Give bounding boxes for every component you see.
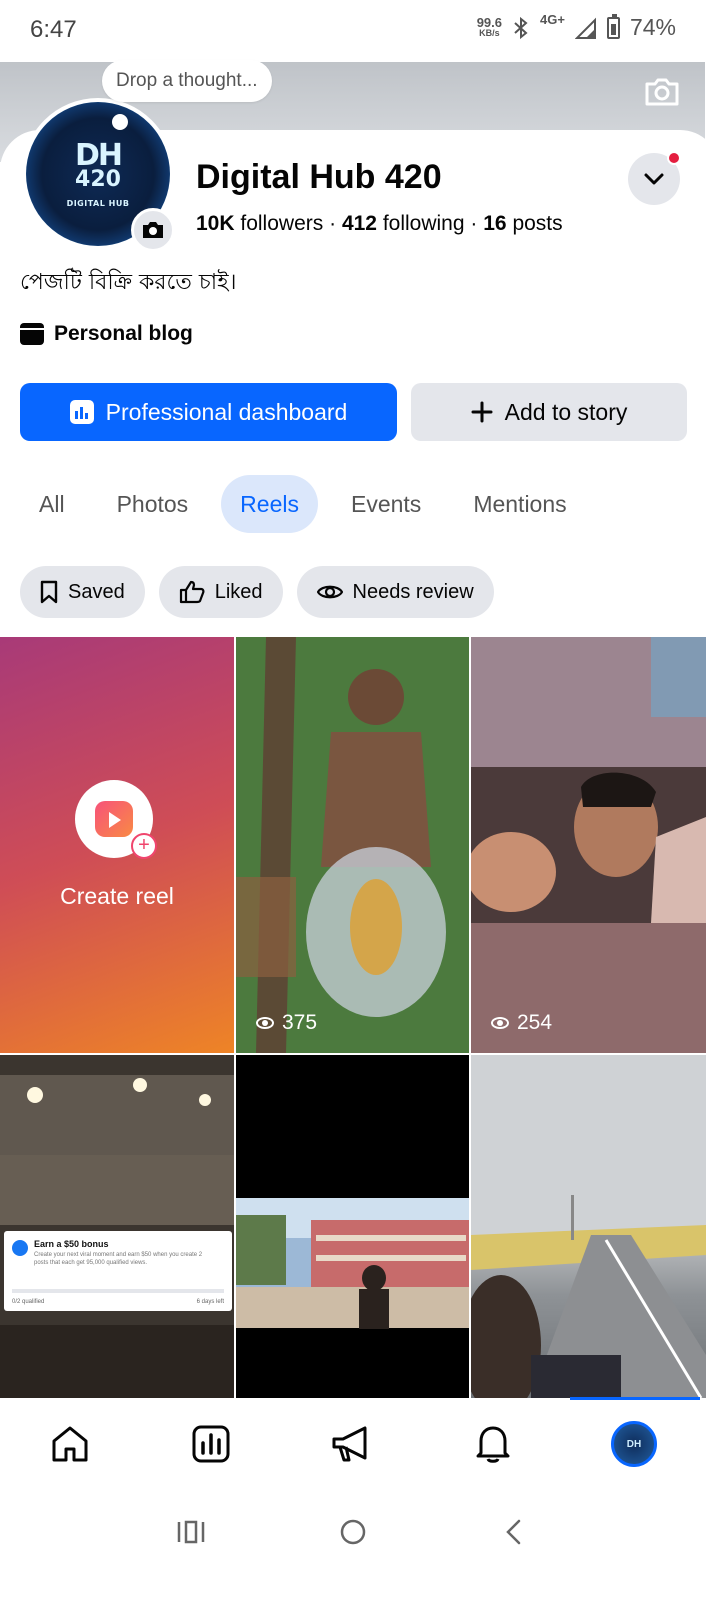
professional-dashboard-label: Professional dashboard [105,398,348,425]
professional-dashboard-button[interactable]: Professional dashboard [20,383,397,441]
tab-photos[interactable]: Photos [98,475,208,533]
profile-stats[interactable]: 10K followers · 412 following · 16 posts [196,212,563,236]
followers-count: 10K [196,212,235,235]
filter-chips: Saved Liked Needs review [20,566,494,618]
bonus-text: Create your next viral moment and earn $… [34,1252,203,1266]
filter-liked[interactable]: Liked [158,566,283,618]
dashboard-icon [69,400,94,424]
clapperboard-icon [20,323,44,345]
create-reel-label: Create reel [60,883,174,909]
camera-icon [143,222,163,238]
create-reel-tile[interactable]: + Create reel [0,637,234,1053]
posts-label: posts [512,212,563,235]
bell-icon [476,1426,510,1463]
reel-thumbnail[interactable] [471,1055,706,1398]
bonus-footer: 0/2 qualified 6 days left [12,1299,224,1305]
status-time: 6:47 [30,16,77,43]
page-name: Digital Hub 420 [196,158,442,196]
reel-thumbnail[interactable]: 254 [471,637,706,1053]
posts-count: 16 [483,212,507,235]
profile-avatar: DH [611,1421,657,1467]
battery-level: 74% [629,14,676,40]
filter-needs-review[interactable]: Needs review [296,566,494,618]
signal-icon [574,17,596,39]
thumbs-up-icon [179,580,205,604]
bio-text: পেজটি বিক্রি করতে চাই। [20,270,237,295]
nav-ads[interactable] [328,1420,376,1468]
bookmark-icon [40,580,58,604]
tab-reels[interactable]: Reels [221,475,318,533]
nav-notifications[interactable] [469,1420,517,1468]
eye-icon [491,1017,509,1029]
reel-thumbnail[interactable]: Earn a $50 bonus Create your next viral … [0,1055,234,1398]
nav-profile[interactable]: DH [610,1420,658,1468]
recent-apps-button[interactable] [171,1512,211,1552]
tab-mentions[interactable]: Mentions [454,475,585,533]
bonus-title: Earn a $50 bonus [34,1239,109,1249]
net-speed: 99.6 KB/s [476,14,503,38]
chevron-down-icon [644,173,664,185]
network-type: 4G+ [540,12,565,27]
status-bar: 6:47 99.6 KB/s 4G+ 74% [0,0,720,62]
avatar-camera-button[interactable] [131,208,175,252]
reel-thumbnail-image [236,1055,469,1398]
reels-icon [95,801,133,837]
followers-label: followers [240,212,324,235]
following-label: following [382,212,465,235]
eye-icon [256,1017,274,1029]
notification-dot [667,151,681,165]
content-tabs: All Photos Reels Events Mentions [20,475,600,533]
thought-bubble-tail [112,114,128,130]
reels-grid: + Create reel 375 254 Earn a $50 bonus C… [0,637,706,1398]
nav-home[interactable] [46,1420,94,1468]
avatar-logo-text: DH 420 DIGITAL HUB [66,138,130,209]
nav-dashboard[interactable] [187,1420,235,1468]
following-count: 412 [341,212,377,235]
reel-thumbnail-image [471,1055,706,1398]
home-icon [52,1426,88,1462]
reel-thumbnail[interactable]: 375 [236,637,469,1053]
tab-all[interactable]: All [20,475,84,533]
back-button[interactable] [493,1512,533,1552]
eye-icon [316,585,343,599]
megaphone-icon [332,1426,367,1462]
bonus-card[interactable]: Earn a $50 bonus Create your next viral … [4,1231,232,1311]
view-count: 375 [256,1011,317,1035]
reel-thumbnail[interactable] [236,1055,469,1398]
category-label: Personal blog [54,322,193,345]
bluetooth-icon [514,16,528,39]
recent-apps-icon [177,1520,205,1544]
back-icon [506,1519,521,1545]
camera-icon[interactable] [643,76,681,108]
battery-icon [606,13,620,39]
status-icons: 99.6 KB/s 4G+ 74% [476,12,676,41]
tab-events[interactable]: Events [332,475,440,533]
reel-thumbnail-image [236,637,469,1053]
add-to-story-label: Add to story [504,398,628,425]
bonus-progress-bar [12,1289,224,1293]
home-button[interactable] [333,1512,373,1552]
view-count: 254 [491,1011,552,1035]
system-navigation [0,1488,720,1600]
plus-icon [471,401,493,423]
reel-thumbnail-image [0,1055,234,1398]
bottom-navigation: DH [0,1400,720,1488]
add-to-story-button[interactable]: Add to story [411,383,687,441]
bar-chart-icon [192,1425,230,1463]
home-circle-icon [340,1519,366,1545]
page-category: Personal blog [20,322,193,346]
plus-icon: + [131,833,157,859]
filter-saved[interactable]: Saved [20,566,145,618]
reel-thumbnail-image [471,637,706,1053]
thought-bubble[interactable]: Drop a thought... [102,60,272,102]
trend-icon [12,1240,28,1256]
